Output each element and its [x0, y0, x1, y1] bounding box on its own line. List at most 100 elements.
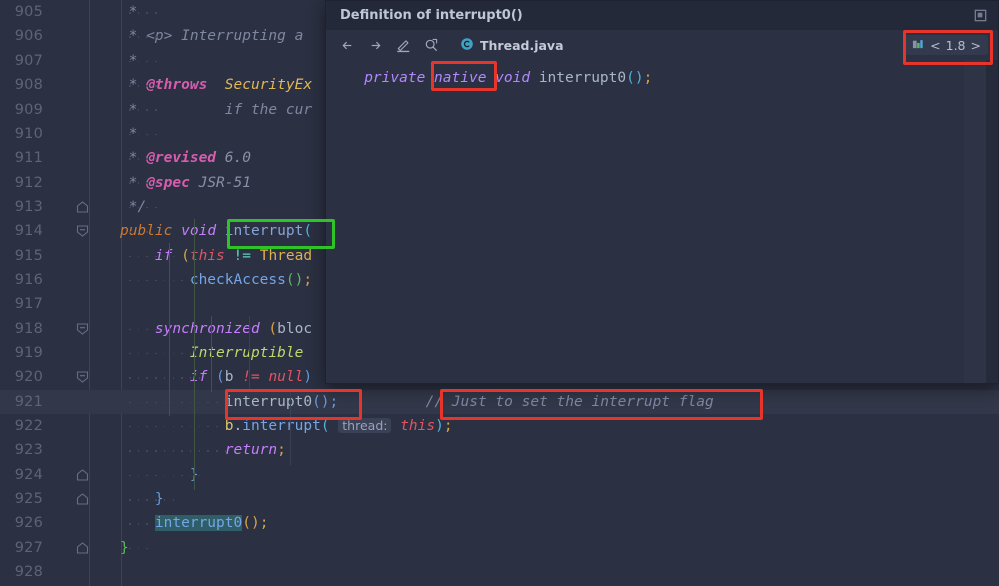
editor-line-row[interactable]: 924 } [0, 463, 999, 487]
fold-gutter[interactable] [52, 97, 82, 121]
indent-dots [82, 292, 120, 316]
code-text[interactable]: } [120, 491, 999, 507]
fold-gutter[interactable] [52, 24, 82, 48]
code-text[interactable]: } [120, 540, 999, 556]
keyword-synchronized: synchronized [155, 321, 260, 337]
fold-gutter[interactable] [52, 170, 82, 194]
indent-dot [173, 402, 175, 404]
indent-dot [146, 109, 148, 111]
indent-dot [129, 499, 131, 501]
fold-gutter[interactable] [52, 0, 82, 24]
jdk-version-label: 1.8 [946, 38, 966, 53]
indent-dot [155, 36, 157, 38]
restore-window-icon[interactable] [973, 8, 988, 23]
indent-dot [129, 231, 131, 233]
indent-dot [146, 61, 148, 63]
fold-gutter[interactable] [52, 244, 82, 268]
alignment-dots [338, 394, 425, 410]
code-text[interactable]: b.interrupt( thread: this); [120, 418, 999, 434]
fold-gutter[interactable] [52, 487, 82, 511]
jdk-next-arrow[interactable]: > [971, 38, 981, 53]
fold-gutter[interactable] [52, 292, 82, 316]
indent-dot [173, 450, 175, 452]
indent-dots [82, 24, 120, 48]
indent-dot [129, 548, 131, 550]
fold-gutter[interactable] [52, 268, 82, 292]
javadoc-tag: @spec [146, 175, 190, 191]
editor-line-row[interactable]: 928 [0, 560, 999, 584]
indent-dot [207, 450, 209, 452]
popup-toolbar[interactable]: Thread.java < 1.8 > [326, 30, 998, 60]
editor-line-row[interactable]: 923 return; [0, 438, 999, 462]
editor-line-row[interactable]: 925 } [0, 487, 999, 511]
comment-text: */ [120, 199, 146, 215]
editor-line-row[interactable]: 921 interrupt0(); // Just to set the int… [0, 390, 999, 414]
operator: != [234, 248, 251, 264]
popup-code-area[interactable]: private native void interrupt0(); [326, 60, 998, 383]
brace: } [120, 540, 129, 556]
fold-gutter[interactable] [52, 49, 82, 73]
fold-gutter[interactable] [52, 365, 82, 389]
module-icon [912, 37, 925, 53]
line-number: 905 [0, 4, 52, 20]
code-text[interactable]: return; [120, 442, 999, 458]
indent-dots [82, 49, 120, 73]
line-number: 909 [0, 102, 52, 118]
indent-dot [207, 402, 209, 404]
editor-line-row[interactable]: 926 interrupt0(); [0, 511, 999, 535]
fold-gutter[interactable] [52, 536, 82, 560]
indent-dot [129, 109, 131, 111]
indent-dots [82, 122, 120, 146]
fold-gutter[interactable] [52, 511, 82, 535]
indent-dot [146, 231, 148, 233]
fold-gutter[interactable] [52, 341, 82, 365]
arrow-right-icon[interactable] [367, 37, 384, 54]
indent-dots [82, 560, 120, 584]
line-number: 922 [0, 418, 52, 434]
fold-gutter[interactable] [52, 146, 82, 170]
edit-source-icon[interactable] [395, 37, 412, 54]
line-number: 908 [0, 77, 52, 93]
fold-gutter[interactable] [52, 317, 82, 341]
fold-gutter[interactable] [52, 560, 82, 584]
arrow-left-icon[interactable] [339, 37, 356, 54]
fold-gutter[interactable] [52, 390, 82, 414]
indent-dot [155, 12, 157, 14]
popup-scrollbar[interactable] [986, 60, 998, 383]
definition-popup[interactable]: Definition of interrupt0() [325, 0, 999, 384]
popup-file-chip[interactable]: Thread.java [460, 36, 564, 55]
editor-line-row[interactable]: 922 b.interrupt( thread: this); [0, 414, 999, 438]
indent-dot [155, 499, 157, 501]
indent-dot [138, 523, 140, 525]
comment-text [207, 77, 224, 93]
paren: ( [303, 223, 312, 239]
paren: (); [242, 515, 268, 531]
line-number: 917 [0, 296, 52, 312]
find-usages-icon[interactable] [423, 37, 440, 54]
indent-dot [129, 377, 131, 379]
code-text[interactable]: interrupt0(); // Just to set the interru… [120, 394, 999, 410]
fold-gutter[interactable] [52, 463, 82, 487]
jdk-version-badge[interactable]: < 1.8 > [905, 35, 988, 55]
fold-gutter[interactable] [52, 414, 82, 438]
fold-gutter[interactable] [52, 219, 82, 243]
indent-dots [82, 195, 120, 219]
code-text[interactable]: interrupt0(); [120, 515, 999, 531]
fold-gutter[interactable] [52, 122, 82, 146]
javadoc-tag: @revised [146, 150, 216, 166]
code-text[interactable]: } [120, 467, 999, 483]
indent-dot [155, 402, 157, 404]
sp [234, 369, 243, 385]
indent-dot [129, 158, 131, 160]
indent-dot [155, 61, 157, 63]
fold-gutter[interactable] [52, 73, 82, 97]
fold-gutter[interactable] [52, 195, 82, 219]
indent-dot [155, 182, 157, 184]
jdk-prev-arrow[interactable]: < [930, 38, 940, 53]
editor-line-row[interactable]: 927} [0, 536, 999, 560]
indent-dot [155, 475, 157, 477]
indent-dot [146, 548, 148, 550]
line-number: 924 [0, 467, 52, 483]
java-class-icon [460, 36, 474, 55]
fold-gutter[interactable] [52, 438, 82, 462]
